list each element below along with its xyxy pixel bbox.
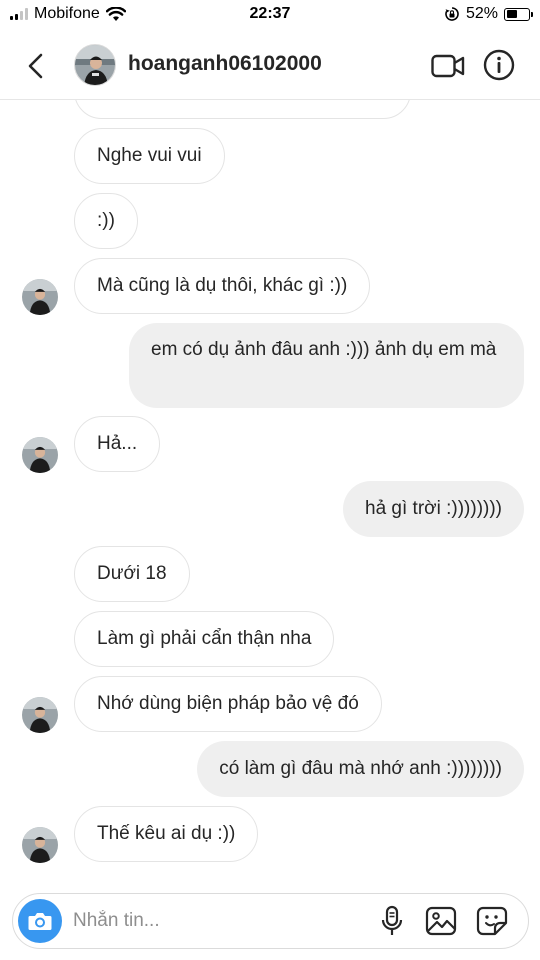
message-bubble-incoming[interactable]: Làm gì phải cẩn thận nha [74, 611, 335, 667]
message-bubble-incoming[interactable]: Dưới 18 [74, 546, 190, 602]
message-text: Dưới 18 [97, 563, 167, 584]
message-text: Nghe vui vui [97, 145, 202, 166]
voice-message-button[interactable] [375, 904, 409, 938]
camera-icon [28, 913, 52, 930]
info-icon [483, 49, 515, 81]
sticker-icon [476, 906, 508, 936]
message-bubble-outgoing[interactable]: hả gì trời :)))))))) [343, 481, 524, 537]
battery-icon [504, 7, 533, 21]
message-bubble-incoming[interactable] [74, 100, 411, 119]
message-text: Mà cũng là dụ thôi, khác gì :)) [97, 275, 348, 296]
sender-avatar[interactable] [22, 697, 58, 733]
message-bubble-incoming[interactable]: Hả... [74, 416, 161, 472]
message-bubble-incoming[interactable]: :)) [74, 193, 138, 249]
sender-avatar[interactable] [22, 279, 58, 315]
message-text: Nhớ dùng biện pháp bảo vệ đó [97, 693, 359, 714]
sender-avatar[interactable] [22, 437, 58, 473]
profile-avatar[interactable] [74, 44, 116, 86]
message-text: hả gì trời :)))))))) [365, 498, 502, 519]
message-text: Thế kêu ai dụ :)) [97, 823, 236, 844]
back-button[interactable] [18, 48, 54, 84]
message-text: Làm gì phải cẩn thận nha [97, 628, 312, 649]
back-chevron-icon [28, 53, 43, 79]
sender-avatar[interactable] [22, 827, 58, 863]
video-call-button[interactable] [430, 48, 466, 84]
rotation-lock-icon [445, 7, 459, 21]
message-text: :)) [97, 210, 115, 231]
message-bubble-outgoing[interactable]: có làm gì đâu mà nhớ anh :)))))))) [197, 741, 524, 797]
message-input[interactable] [73, 904, 363, 938]
camera-button[interactable] [18, 899, 62, 943]
message-text: em có dụ ảnh đâu anh :))) ảnh dụ em mà [151, 339, 497, 360]
chat-header: hoanganh06102000 [0, 30, 540, 100]
sticker-button[interactable] [475, 904, 509, 938]
gallery-icon [425, 906, 457, 936]
gallery-button[interactable] [424, 904, 458, 938]
video-call-icon [431, 54, 465, 78]
message-bubble-incoming[interactable]: Nhớ dùng biện pháp bảo vệ đó [74, 676, 382, 732]
status-bar: Mobifone 22:37 52% [0, 0, 540, 30]
info-button[interactable] [481, 47, 517, 83]
message-thread[interactable]: Nghe vui vui :)) Mà cũng là dụ thôi, khá… [0, 100, 540, 880]
battery-percent: 52% [465, 5, 498, 22]
message-text: Hả... [97, 433, 138, 454]
message-bubble-incoming[interactable]: Mà cũng là dụ thôi, khác gì :)) [74, 258, 371, 314]
message-text: có làm gì đâu mà nhớ anh :)))))))) [219, 758, 502, 779]
message-bubble-incoming[interactable]: Nghe vui vui [74, 128, 225, 184]
microphone-icon [381, 905, 403, 935]
message-composer [12, 893, 529, 949]
message-bubble-outgoing[interactable]: em có dụ ảnh đâu anh :))) ảnh dụ em mà [129, 323, 524, 408]
message-bubble-incoming[interactable]: Thế kêu ai dụ :)) [74, 806, 259, 862]
status-right: 52% [444, 5, 533, 23]
header-username[interactable]: hoanganh06102000 [128, 52, 322, 76]
